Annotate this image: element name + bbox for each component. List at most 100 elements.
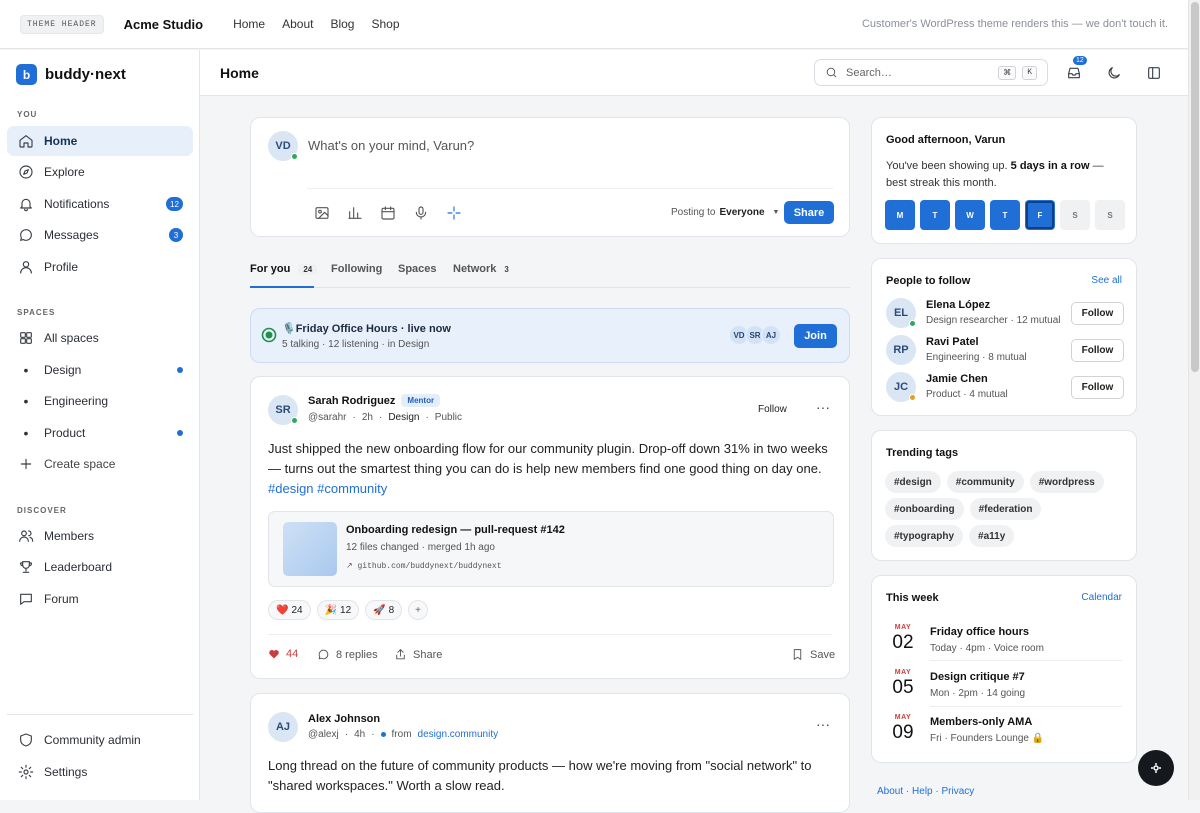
- poll-icon[interactable]: [347, 205, 363, 221]
- tag-chip[interactable]: #wordpress: [1029, 471, 1104, 493]
- live-title: 🎙️Friday Office Hours · live now: [282, 323, 451, 335]
- sidebar-item-all-spaces[interactable]: All spaces: [7, 323, 193, 353]
- sidebar-item-label: Explore: [44, 165, 85, 179]
- tag-chip[interactable]: #a11y: [969, 525, 1015, 547]
- tab-network[interactable]: Network 3: [453, 263, 509, 275]
- panel-toggle-button[interactable]: [1146, 65, 1162, 81]
- app-logo[interactable]: b buddy·next: [16, 64, 126, 85]
- reaction-heart[interactable]: ❤️ 24: [268, 600, 311, 620]
- join-button[interactable]: Join: [794, 324, 837, 348]
- microphone-icon[interactable]: [413, 205, 429, 221]
- sidebar-item-notifications[interactable]: Notifications 12: [7, 189, 193, 219]
- notifications-count-badge: 12: [166, 197, 183, 211]
- sidebar-item-members[interactable]: Members: [7, 521, 193, 551]
- tag-chip[interactable]: #federation: [969, 498, 1042, 520]
- see-all-link[interactable]: See all: [1091, 275, 1122, 286]
- footer-link-help[interactable]: Help: [912, 786, 933, 797]
- calendar-link[interactable]: Calendar: [1081, 592, 1122, 603]
- post-source[interactable]: design.community: [418, 729, 499, 740]
- person-name[interactable]: Elena López: [926, 299, 990, 311]
- event-item[interactable]: MAY 09 Members-only AMA Fri · Founders L…: [886, 714, 1124, 758]
- sidebar-item-forum[interactable]: Forum: [7, 584, 193, 614]
- notifications-button[interactable]: 12: [1066, 56, 1087, 81]
- gear-icon: [18, 764, 34, 780]
- calendar-icon[interactable]: [380, 205, 396, 221]
- add-reaction-button[interactable]: +: [408, 600, 429, 620]
- sidebar-item-label: All spaces: [44, 331, 99, 345]
- sidebar-item-product[interactable]: • Product: [7, 418, 193, 448]
- sparkle-icon[interactable]: [446, 205, 462, 221]
- floating-action-button[interactable]: [1138, 750, 1174, 786]
- shield-icon: [20, 733, 32, 747]
- follow-button[interactable]: Follow: [758, 404, 787, 415]
- follow-button[interactable]: Follow: [1071, 339, 1124, 362]
- tab-for-you[interactable]: For you 24: [250, 263, 318, 275]
- sidebar-item-create-space[interactable]: Create space: [7, 449, 193, 479]
- person-name[interactable]: Jamie Chen: [926, 373, 988, 385]
- link-preview[interactable]: Onboarding redesign — pull-request #142 …: [268, 511, 834, 587]
- avatar[interactable]: VD: [268, 131, 298, 161]
- theme-nav-shop[interactable]: Shop: [371, 17, 399, 31]
- avatar[interactable]: JC: [886, 372, 916, 402]
- theme-toggle-button[interactable]: [1106, 65, 1122, 81]
- like-button[interactable]: 44: [268, 648, 298, 660]
- reaction-rocket[interactable]: 🚀 8: [365, 600, 403, 620]
- image-icon[interactable]: [314, 205, 330, 221]
- footer-link-about[interactable]: About: [877, 786, 903, 797]
- person-name[interactable]: Ravi Patel: [926, 336, 979, 348]
- author-name[interactable]: Sarah Rodriguez: [308, 395, 395, 407]
- avatar[interactable]: SR: [268, 395, 298, 425]
- tag-chip[interactable]: #onboarding: [885, 498, 964, 520]
- replies-button[interactable]: 8 replies: [317, 648, 378, 661]
- tag-chip[interactable]: #community: [946, 471, 1024, 493]
- avatar[interactable]: EL: [886, 298, 916, 328]
- theme-nav-about[interactable]: About: [282, 17, 313, 31]
- composer-input[interactable]: What's on your mind, Varun?: [308, 138, 474, 153]
- site-name[interactable]: Acme Studio: [124, 17, 203, 32]
- streak-text-intro: You've been showing up.: [886, 160, 1008, 172]
- sidebar-item-messages[interactable]: Messages 3: [7, 220, 193, 250]
- theme-nav-blog[interactable]: Blog: [330, 17, 354, 31]
- footer-link-privacy[interactable]: Privacy: [942, 786, 975, 797]
- sidebar-item-profile[interactable]: Profile: [7, 252, 193, 282]
- streak-day-tuesday: T: [920, 200, 950, 230]
- sidebar-item-leaderboard[interactable]: Leaderboard: [7, 552, 193, 582]
- share-button[interactable]: Share: [784, 201, 834, 224]
- event-item[interactable]: MAY 02 Friday office hours Today · 4pm ·…: [886, 624, 1124, 668]
- sidebar-item-explore[interactable]: Explore: [7, 157, 193, 187]
- tag-chip[interactable]: #design: [885, 471, 941, 493]
- avatar[interactable]: RP: [886, 335, 916, 365]
- post-tags[interactable]: #design #community: [268, 481, 387, 496]
- author-handle[interactable]: @sarahr: [308, 412, 347, 423]
- page-scrollbar[interactable]: [1188, 0, 1200, 800]
- share-post-button[interactable]: Share: [394, 648, 442, 661]
- sidebar-item-engineering[interactable]: • Engineering: [7, 386, 193, 416]
- live-room-banner[interactable]: 🎙️Friday Office Hours · live now 5 talki…: [250, 308, 850, 363]
- theme-nav-home[interactable]: Home: [233, 17, 265, 31]
- sidebar-item-community-admin[interactable]: Community admin: [7, 725, 193, 755]
- trending-tags-card: Trending tags #design #community #wordpr…: [871, 430, 1137, 561]
- follow-button[interactable]: Follow: [1071, 376, 1124, 399]
- tab-spaces[interactable]: Spaces: [398, 263, 437, 275]
- search-box[interactable]: ⌘ K: [814, 59, 1048, 86]
- author-name[interactable]: Alex Johnson: [308, 713, 380, 725]
- event-month: MAY: [894, 714, 912, 721]
- scrollbar-thumb[interactable]: [1191, 2, 1199, 372]
- more-options-icon[interactable]: ···: [816, 716, 830, 732]
- sidebar-item-home[interactable]: Home: [7, 126, 193, 156]
- avatar[interactable]: AJ: [268, 712, 298, 742]
- sidebar-item-settings[interactable]: Settings: [7, 757, 193, 787]
- follow-button[interactable]: Follow: [1071, 302, 1124, 325]
- tab-following[interactable]: Following: [331, 263, 382, 275]
- search-input[interactable]: [846, 66, 986, 79]
- more-options-icon[interactable]: ···: [816, 399, 830, 415]
- event-day: 09: [892, 722, 914, 743]
- reaction-party[interactable]: 🎉 12: [316, 600, 360, 620]
- author-handle[interactable]: @alexj: [308, 729, 339, 740]
- sidebar-item-design[interactable]: • Design: [7, 355, 193, 385]
- tag-chip[interactable]: #typography: [885, 525, 964, 547]
- save-button[interactable]: Save: [791, 648, 835, 661]
- post-space[interactable]: Design: [388, 412, 419, 423]
- audience-selector[interactable]: Posting to Everyone ▼: [671, 207, 779, 218]
- bullet-icon: •: [23, 362, 29, 378]
